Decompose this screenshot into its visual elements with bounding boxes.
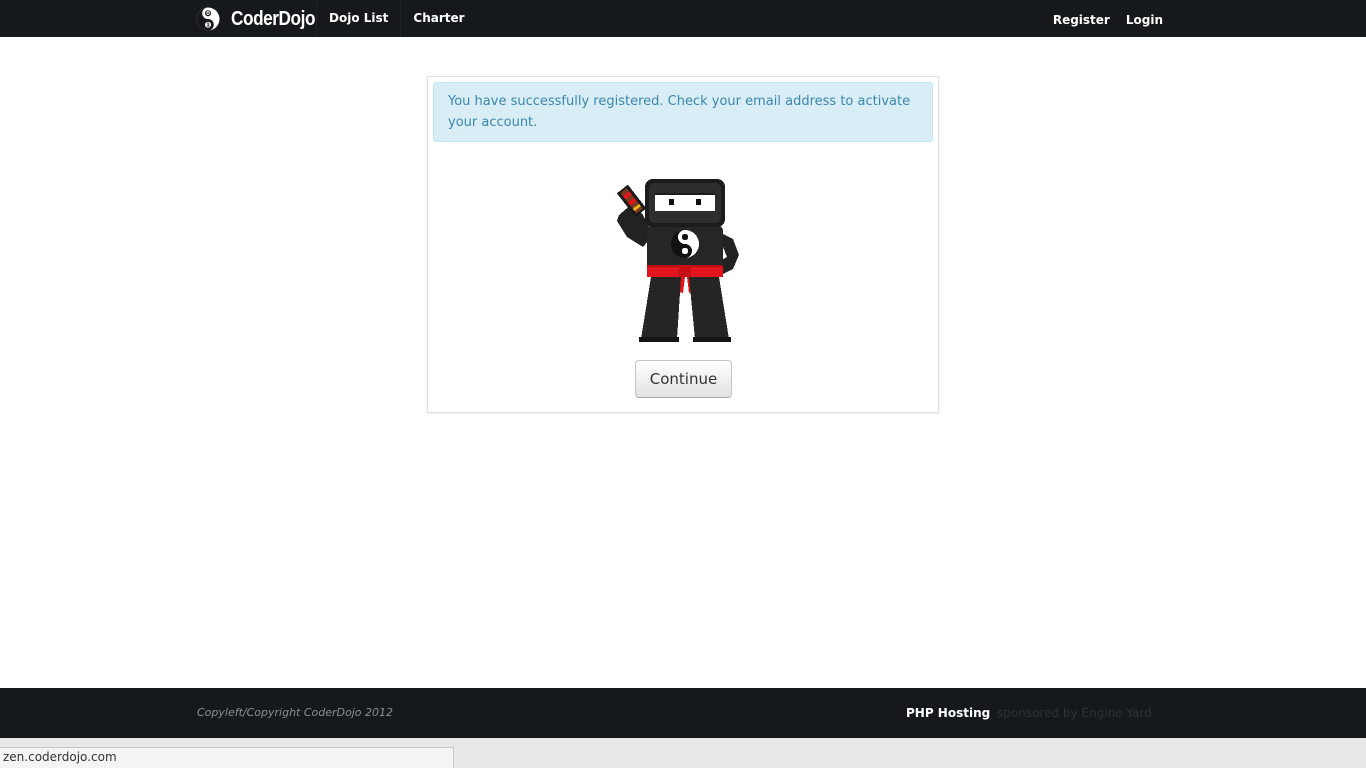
registration-success-panel: You have successfully registered. Check … — [427, 76, 939, 413]
status-url: zen.coderdojo.com — [0, 747, 454, 768]
footer: Copyleft/Copyright CoderDojo 2012 PHP Ho… — [0, 688, 1366, 738]
logo-glyph-bottom: 1 — [206, 23, 210, 29]
nav-link-dojo-list[interactable]: Dojo List — [317, 0, 400, 37]
primary-nav: Dojo List Charter — [316, 0, 477, 37]
brand-link[interactable]: 0 1 CoderDojo — [196, 4, 329, 34]
brand-name: CoderDojo — [231, 7, 316, 30]
php-hosting-link[interactable]: PHP Hosting — [906, 706, 990, 720]
account-nav: Register Login — [1045, 0, 1171, 37]
nav-link-charter[interactable]: Charter — [401, 0, 476, 37]
logo-glyph-top: 0 — [206, 11, 210, 17]
nav-link-login[interactable]: Login — [1118, 0, 1171, 37]
copyright-text: Copyleft/Copyright CoderDojo 2012 — [197, 706, 394, 719]
nav-link-register[interactable]: Register — [1045, 0, 1118, 37]
yin-yang-logo-icon: 0 1 — [196, 7, 220, 31]
sponsor-text: sponsored by Engine Yard — [997, 706, 1152, 720]
top-navbar: 0 1 CoderDojo Dojo List Charter Register… — [0, 0, 1366, 37]
ninja-mascot-icon — [616, 179, 739, 342]
browser-status-bar: zen.coderdojo.com — [0, 738, 1366, 768]
success-alert: You have successfully registered. Check … — [433, 82, 933, 142]
continue-button[interactable]: Continue — [635, 360, 732, 398]
